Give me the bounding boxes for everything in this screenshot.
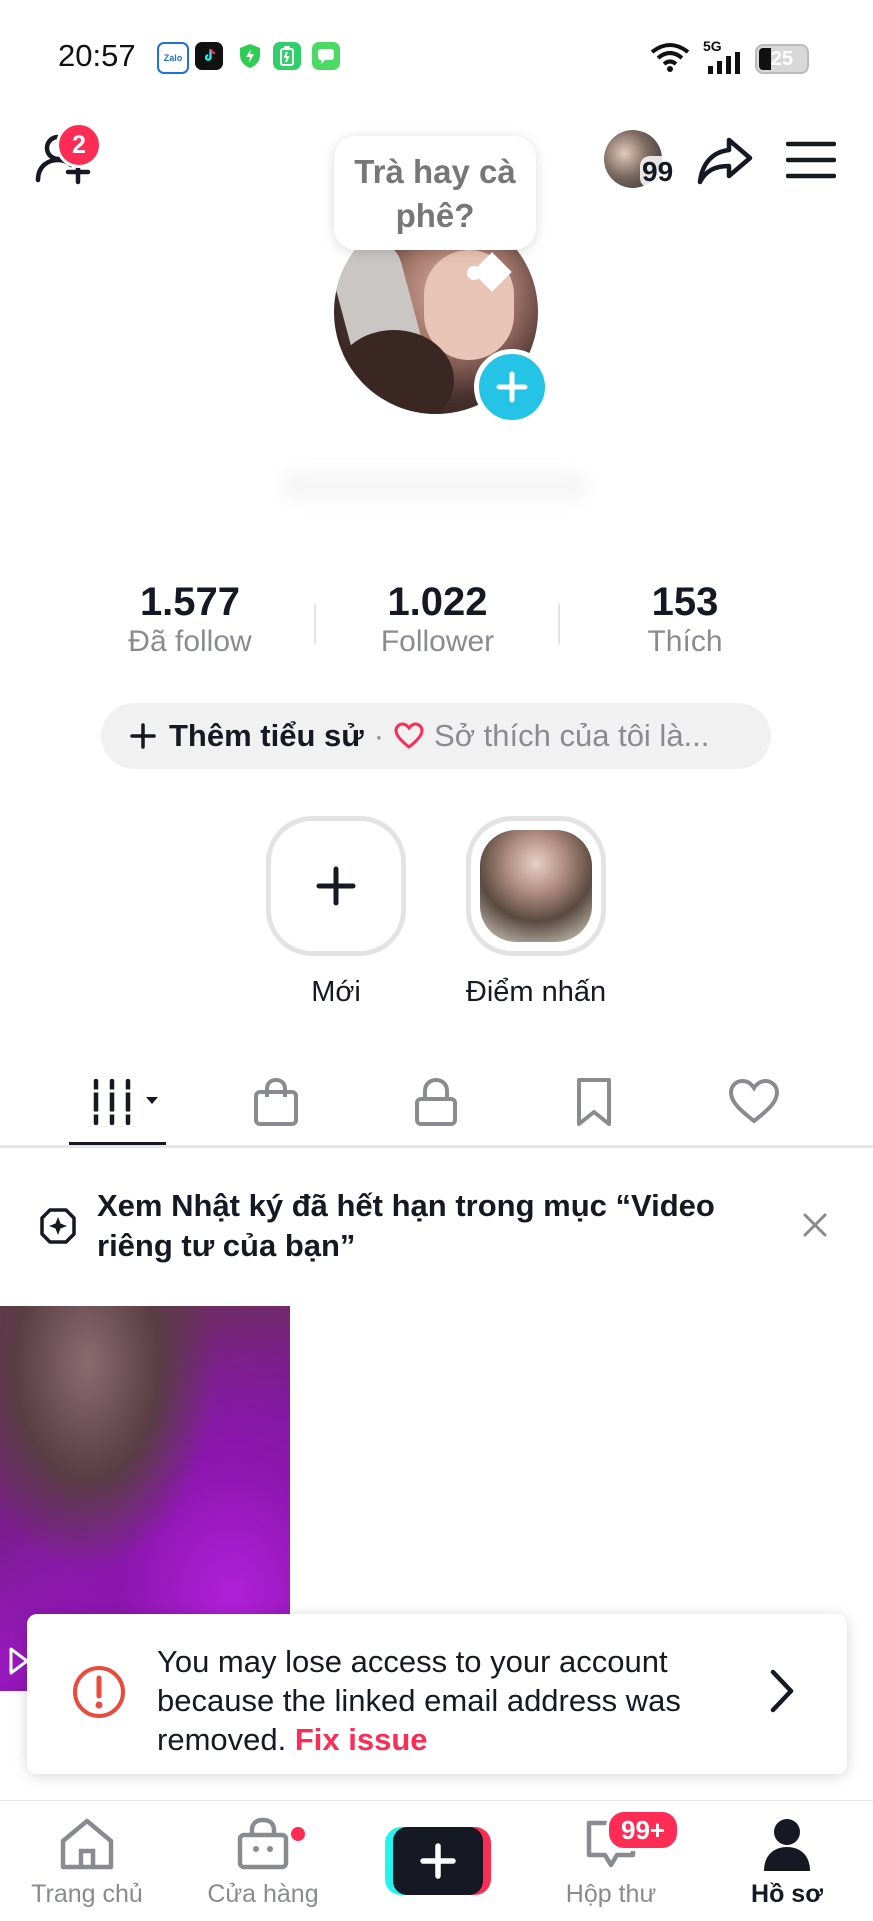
stat-divider [314,604,316,644]
tab-saved[interactable] [554,1072,634,1132]
tab-videos[interactable] [86,1072,166,1132]
highlight-featured[interactable] [466,816,606,956]
battery-app-icon [273,42,301,70]
following-count: 1.577 [139,580,241,624]
tab-liked[interactable] [714,1072,794,1132]
following-stat[interactable]: 1.577 Đã follow [110,580,270,659]
diary-notice-text[interactable]: Xem Nhật ký đã hết hạn trong mục “Video … [97,1186,777,1266]
bookmark-icon [577,1078,611,1126]
nav-shop-label: Cửa hàng [207,1880,319,1908]
plus-icon [496,371,528,403]
nav-home-label: Trang chủ [31,1880,143,1908]
likes-label: Thích [647,625,723,658]
menu-button[interactable] [785,140,837,185]
tab-shop[interactable] [236,1072,316,1132]
nav-shop[interactable]: Cửa hàng [193,1817,333,1909]
highlight-new-label: Mới [311,976,361,1008]
shop-bag-icon [254,1077,298,1126]
toast-chevron[interactable] [765,1664,799,1723]
inbox-badge: 99+ [606,1809,681,1851]
messages-icon [312,42,340,70]
bio-pill[interactable]: Thêm tiểu sử · Sở thích của tôi là... [101,703,771,769]
nav-profile-label: Hồ sơ [751,1880,823,1908]
highlight-thumbnail [480,830,592,942]
heart-icon [728,1079,780,1124]
create-button-core [393,1827,483,1895]
add-story-button[interactable] [474,349,550,425]
highlight-featured-label: Điểm nhấn [465,976,607,1008]
signal-icon [708,52,740,79]
battery-icon: 25 [755,44,809,74]
note-dot [467,266,481,280]
tab-private[interactable] [396,1072,476,1132]
nav-profile[interactable]: Hồ sơ [717,1817,857,1909]
highlight-new[interactable] [266,816,406,956]
chevron-right-icon [770,1669,794,1713]
toast-message-wrap: You may lose access to your account beca… [157,1642,747,1759]
shop-notification-dot [291,1827,305,1841]
username-redacted [280,470,590,502]
plus-icon [130,723,156,749]
fix-issue-link[interactable]: Fix issue [295,1722,428,1757]
share-button[interactable] [696,134,754,191]
profile-icon [764,1819,810,1871]
heart-icon [394,722,424,749]
featured-highlight-box [466,816,606,956]
warning-icon [73,1666,125,1718]
tabs-divider [0,1145,873,1148]
stat-divider [558,604,560,644]
new-highlight-box [266,816,406,956]
interest-prompt: Sở thích của tôi là... [434,718,710,753]
hamburger-menu-icon [785,141,837,179]
following-label: Đã follow [128,625,252,658]
close-notice-button[interactable] [800,1210,830,1245]
likes-count: 153 [651,580,719,624]
close-icon [803,1213,827,1237]
share-icon [697,137,753,185]
home-icon [60,1818,114,1870]
status-time: 20:57 [58,38,136,73]
story-viewers-count: 99 [640,156,676,188]
lock-icon [415,1077,457,1126]
followers-stat[interactable]: 1.022 Follower [360,580,515,659]
likes-stat[interactable]: 153 Thích [610,580,760,659]
followers-count: 1.022 [387,580,488,624]
diary-notice-icon-wrap [38,1206,78,1251]
bottom-nav: Trang chủ Cửa hàng Hộp thư 99+ Hồ sơ [0,1800,873,1921]
shop-bag-icon [237,1817,289,1870]
create-button[interactable] [385,1827,491,1895]
add-friend-badge: 2 [56,122,102,168]
shield-icon [236,42,264,70]
warning-icon-wrap [71,1664,127,1725]
note-bubble[interactable]: Trà hay cà phê? [334,136,536,250]
tiktok-icon [195,42,223,70]
videos-grid-icon [92,1079,158,1125]
note-text: Trà hay cà phê? [354,153,516,234]
wifi-icon [650,42,690,77]
nav-home[interactable]: Trang chủ [17,1817,157,1909]
add-bio-label: Thêm tiểu sử [169,718,364,753]
plus-icon [420,1843,456,1879]
email-warning-toast[interactable]: You may lose access to your account beca… [27,1614,847,1774]
followers-label: Follower [380,625,495,658]
sparkle-frame-icon [40,1208,76,1244]
battery-level: 25 [770,47,794,70]
zalo-icon: Zalo [157,42,189,74]
plus-icon [316,866,356,906]
bio-separator: · [373,718,385,753]
nav-inbox-label: Hộp thư [565,1880,657,1908]
